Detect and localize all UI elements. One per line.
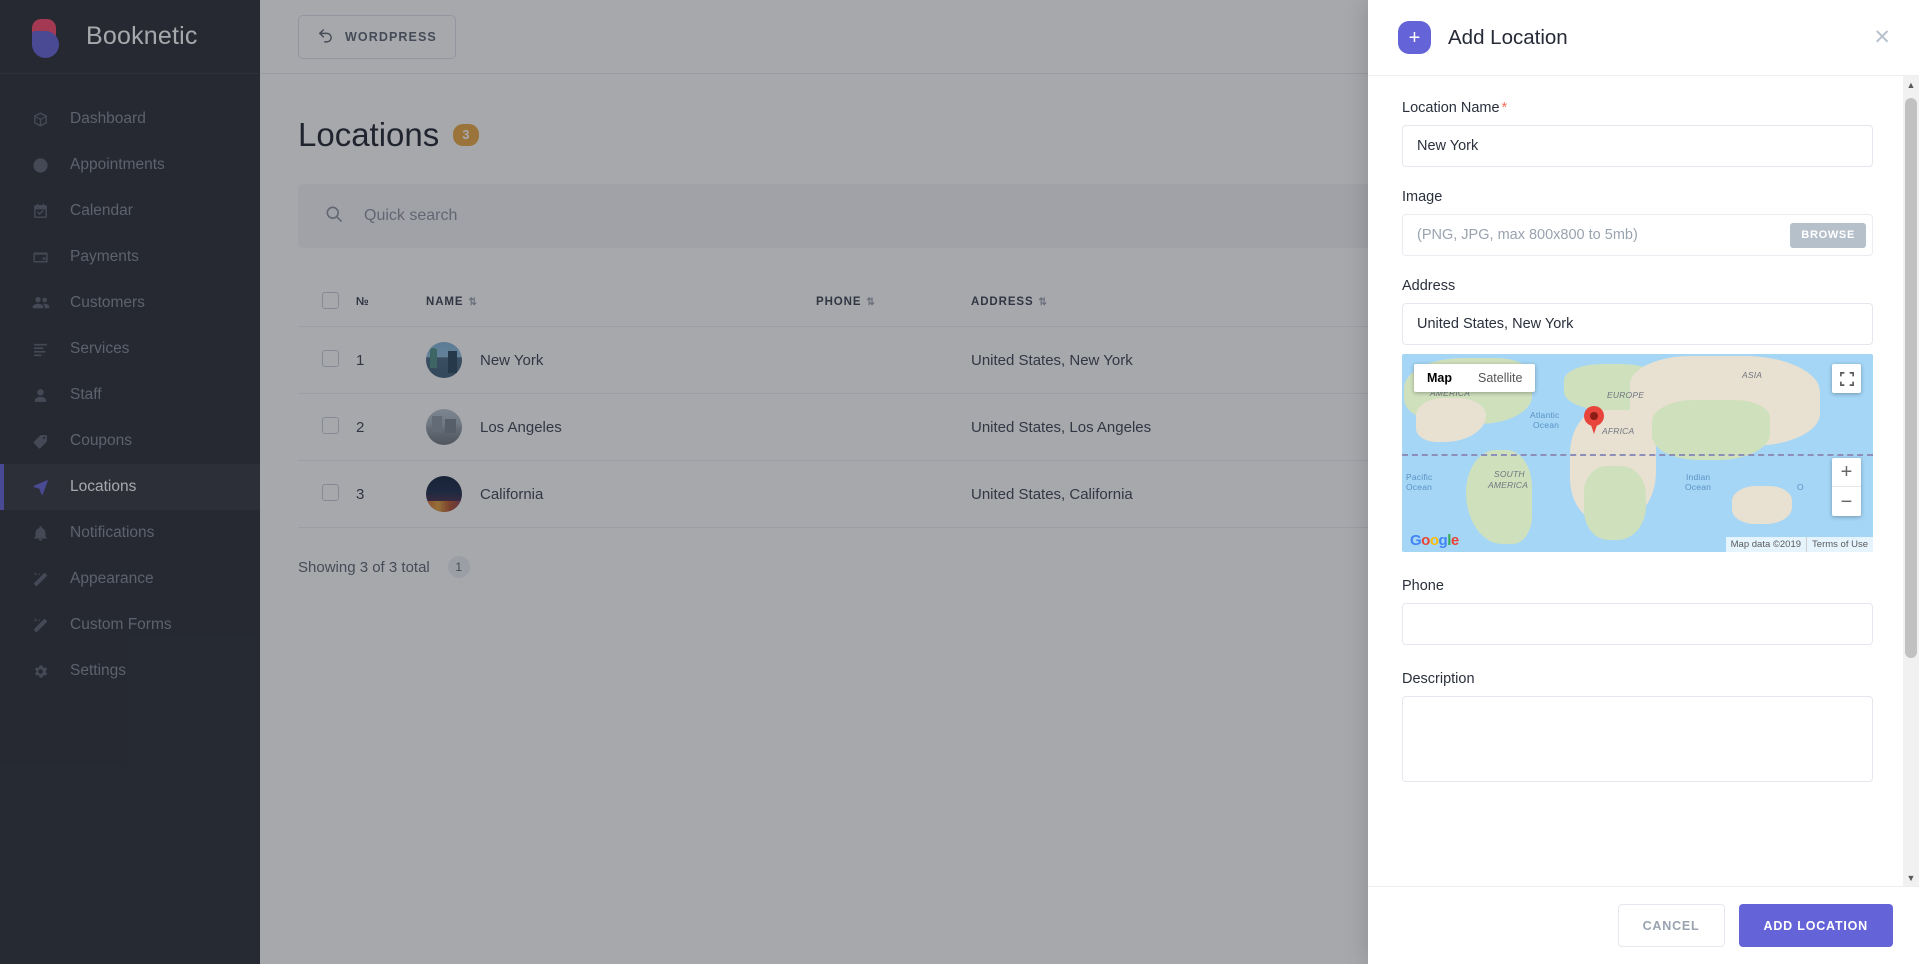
location-name-input[interactable] (1402, 125, 1873, 167)
phone-input[interactable] (1402, 603, 1873, 645)
map-label: Indian (1686, 472, 1711, 482)
equator-line (1402, 454, 1873, 456)
map-label: EUROPE (1607, 390, 1645, 400)
map-type-toggle[interactable]: Map Satellite (1414, 364, 1536, 392)
browse-button[interactable]: BROWSE (1790, 222, 1866, 248)
address-label: Address (1402, 278, 1456, 294)
image-hint: (PNG, JPG, max 800x800 to 5mb) (1417, 227, 1638, 243)
plus-icon: + (1398, 21, 1431, 54)
add-location-modal: + Add Location ✕ Location Name* Image (P… (1368, 0, 1919, 964)
map-data-text: Map data ©2019 (1730, 539, 1802, 550)
description-label: Description (1402, 671, 1475, 687)
map-label: Ocean (1533, 420, 1560, 430)
fullscreen-icon[interactable] (1832, 364, 1861, 393)
required-mark: * (1501, 100, 1508, 116)
map-label: Ocean (1685, 482, 1712, 492)
map-label: ASIA (1742, 370, 1763, 380)
modal-title: Add Location (1448, 25, 1568, 49)
map-type-map[interactable]: Map (1414, 364, 1465, 392)
close-icon[interactable]: ✕ (1867, 23, 1897, 52)
map-label: Ocean (1406, 482, 1433, 492)
image-label: Image (1402, 189, 1443, 205)
address-field: Address AMERICA EUROPE ASIA AFRICA SOUTH (1402, 278, 1873, 552)
cancel-button[interactable]: CANCEL (1617, 904, 1725, 947)
location-name-field: Location Name * (1402, 100, 1873, 167)
description-field: Description (1402, 671, 1873, 787)
map-pin-icon[interactable] (1584, 406, 1604, 434)
google-logo: Google (1410, 532, 1459, 549)
map-zoom-controls[interactable]: + − (1832, 458, 1861, 516)
scroll-down-arrow[interactable]: ▼ (1903, 869, 1919, 886)
terms-of-use-link[interactable]: Terms of Use (1806, 537, 1873, 552)
scroll-up-arrow[interactable]: ▲ (1903, 76, 1919, 93)
map-label: AMERICA (1488, 480, 1529, 490)
map-label: SOUTH (1494, 469, 1525, 479)
map-label: Pacific (1406, 472, 1433, 482)
image-file-row[interactable]: (PNG, JPG, max 800x800 to 5mb) BROWSE (1402, 214, 1873, 256)
modal-footer: CANCEL ADD LOCATION (1368, 886, 1919, 964)
phone-field: Phone (1402, 578, 1873, 645)
map-credits: Map data ©2019 Terms of Use (1725, 537, 1873, 552)
image-field: Image (PNG, JPG, max 800x800 to 5mb) BRO… (1402, 189, 1873, 256)
zoom-in-button[interactable]: + (1832, 458, 1861, 487)
scrollbar-thumb[interactable] (1905, 98, 1917, 658)
description-textarea[interactable] (1402, 696, 1873, 782)
map-label: O (1797, 482, 1804, 492)
modal-scrollbar[interactable]: ▲ ▼ (1903, 76, 1919, 886)
modal-header: + Add Location ✕ (1368, 0, 1919, 76)
map-type-satellite[interactable]: Satellite (1465, 364, 1535, 392)
address-input[interactable] (1402, 303, 1873, 345)
map-label: AFRICA (1602, 426, 1635, 436)
map-label: Atlantic (1530, 410, 1560, 420)
phone-label: Phone (1402, 578, 1444, 594)
modal-body: Location Name* Image (PNG, JPG, max 800x… (1368, 76, 1919, 886)
location-name-label: Location Name * (1402, 100, 1508, 116)
zoom-out-button[interactable]: − (1832, 487, 1861, 516)
add-location-button[interactable]: ADD LOCATION (1738, 904, 1893, 947)
location-map[interactable]: AMERICA EUROPE ASIA AFRICA SOUTH AMERICA… (1402, 354, 1873, 552)
